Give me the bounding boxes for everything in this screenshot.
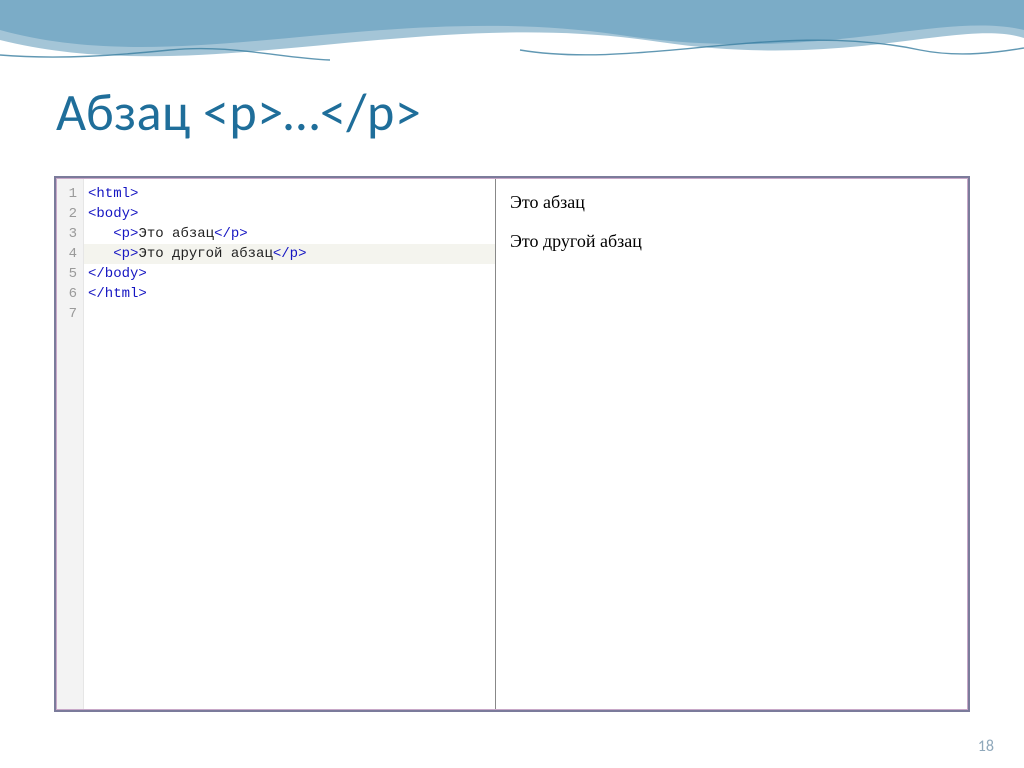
line-number-gutter: 1 2 3 4 5 6 7 [56, 178, 84, 710]
example-panel: 1 2 3 4 5 6 7 <html> <body> <p>Это абзац… [54, 176, 970, 712]
preview-pane: Это абзац Это другой абзац [495, 178, 968, 710]
code-pane: 1 2 3 4 5 6 7 <html> <body> <p>Это абзац… [56, 178, 495, 710]
slide-title: Абзац <p>…</p> [56, 80, 421, 144]
code-line: <html> [84, 184, 495, 204]
line-number: 5 [56, 264, 83, 284]
line-number: 7 [56, 304, 83, 324]
code-line: <p>Это другой абзац</p> [84, 244, 495, 264]
code-line [84, 304, 495, 324]
line-number: 6 [56, 284, 83, 304]
code-line: <body> [84, 204, 495, 224]
decorative-wave [0, 0, 1024, 90]
preview-paragraph: Это другой абзац [510, 231, 954, 252]
code-line: <p>Это абзац</p> [84, 224, 495, 244]
preview-paragraph: Это абзац [510, 192, 954, 213]
line-number: 3 [56, 224, 83, 244]
line-number: 4 [56, 244, 83, 264]
line-number: 1 [56, 184, 83, 204]
line-number: 2 [56, 204, 83, 224]
page-number: 18 [978, 737, 994, 756]
code-editor: <html> <body> <p>Это абзац</p> <p>Это др… [84, 178, 495, 710]
code-line: </html> [84, 284, 495, 304]
code-line: </body> [84, 264, 495, 284]
